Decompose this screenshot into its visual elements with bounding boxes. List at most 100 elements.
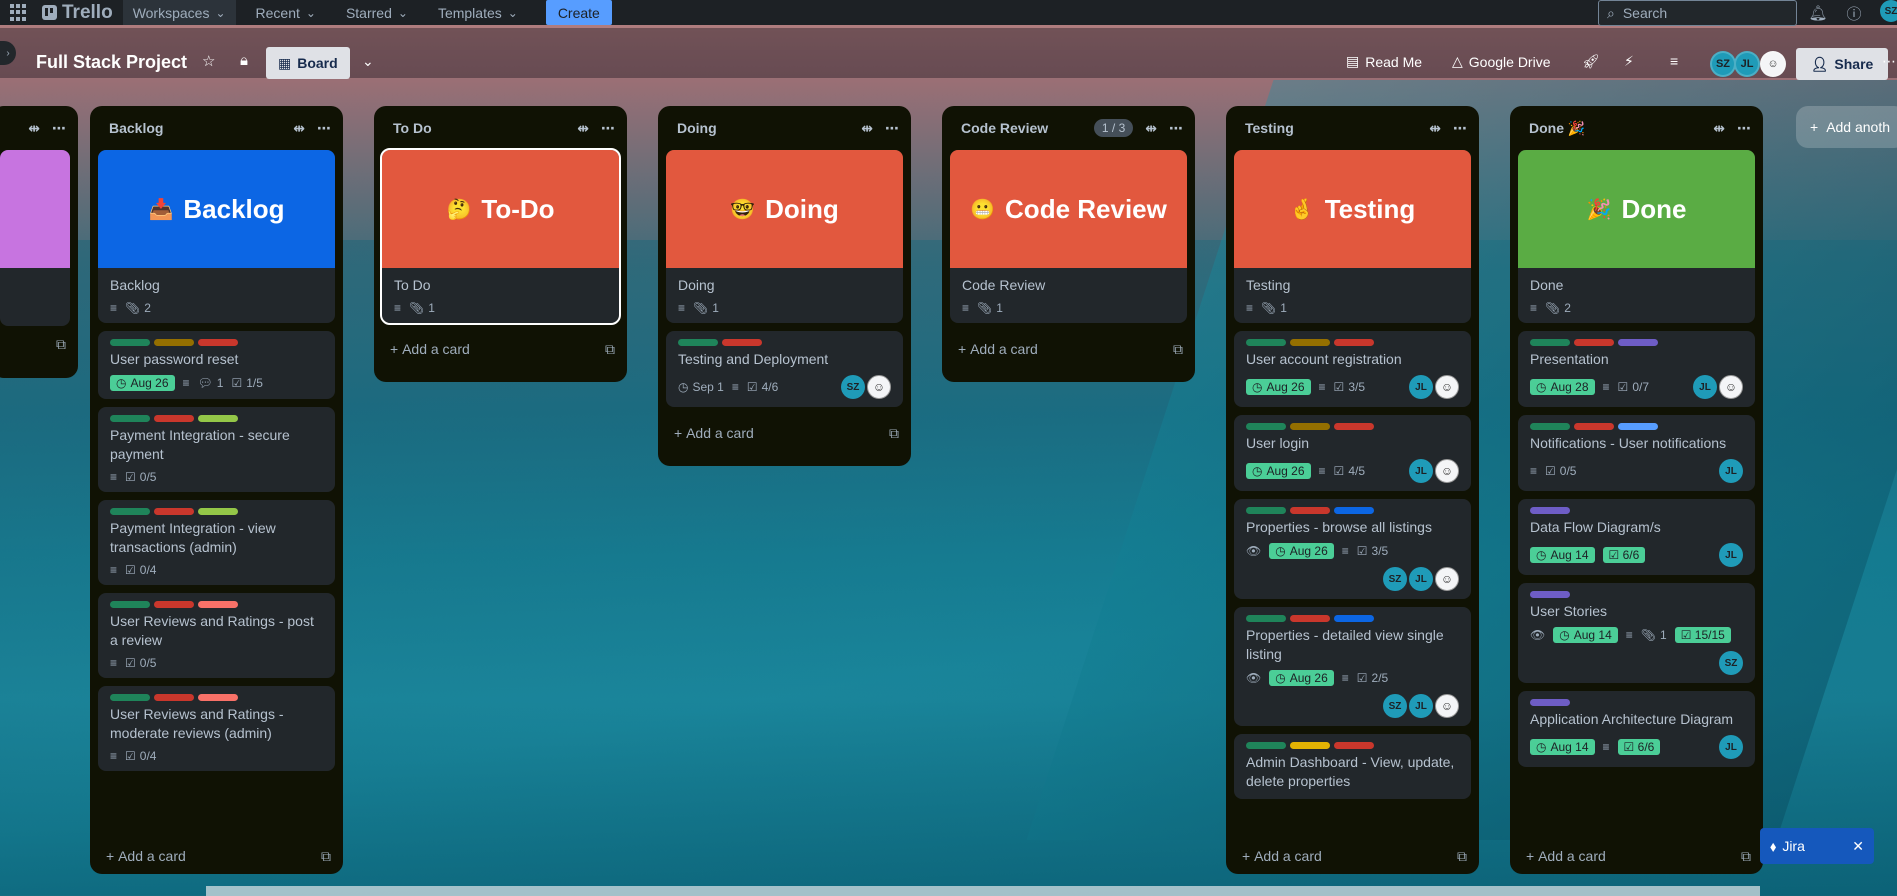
card[interactable]: Properties - detailed view single listin… <box>1234 607 1471 726</box>
collapse-icon[interactable]: ⇹ <box>861 120 873 137</box>
card[interactable]: Notifications - User notifications ≡ ☑ 0/… <box>1518 415 1755 491</box>
due-date-badge[interactable]: ◷ Aug 14 <box>1530 739 1595 755</box>
cover-card[interactable]: 🎉 Done Done ≡ 📎︎ 2 <box>1518 150 1755 323</box>
label[interactable] <box>1530 339 1570 346</box>
label[interactable] <box>1246 615 1286 622</box>
search-input[interactable]: ⌕ Search <box>1598 0 1797 26</box>
label[interactable] <box>1290 423 1330 430</box>
label[interactable] <box>1246 742 1286 749</box>
label[interactable] <box>110 415 150 422</box>
collapse-icon[interactable]: ⇹ <box>1713 120 1725 137</box>
powerups-icon[interactable]: 🚀︎ <box>1582 53 1600 70</box>
label[interactable] <box>1574 339 1614 346</box>
app-switcher-icon[interactable] <box>10 3 28 22</box>
card[interactable]: User Stories 👁︎ ◷ Aug 14 ≡ 📎︎ 1 ☑ 15/15 SZ <box>1518 583 1755 683</box>
view-switcher-chevron-icon[interactable]: ⌄ <box>362 53 374 70</box>
template-icon[interactable]: ⧉ <box>1457 848 1467 865</box>
close-icon[interactable]: ✕ <box>1852 838 1864 855</box>
due-date-badge[interactable]: ◷ Aug 26 <box>1269 670 1334 686</box>
notifications-icon[interactable]: 🔔︎ <box>1808 3 1828 23</box>
add-card-button[interactable]: + Add a card ⧉ <box>1226 838 1479 874</box>
cover-card[interactable]: 🤓 Doing Doing ≡ 📎︎ 1 <box>666 150 903 323</box>
label[interactable] <box>1574 423 1614 430</box>
member-avatar-face[interactable]: ☺ <box>1435 375 1459 399</box>
label[interactable] <box>722 339 762 346</box>
add-card-button[interactable]: + Add a card ⧉ <box>374 331 627 367</box>
label[interactable] <box>198 339 238 346</box>
automation-icon[interactable]: ⚡︎ <box>1624 53 1634 70</box>
label[interactable] <box>1334 507 1374 514</box>
card[interactable]: User Reviews and Ratings - post a review… <box>98 593 335 678</box>
list-title[interactable]: To Do <box>393 120 565 136</box>
label[interactable] <box>1334 339 1374 346</box>
nav-recent[interactable]: Recent ⌄ <box>246 0 326 25</box>
label[interactable] <box>154 339 194 346</box>
list-menu-icon[interactable]: ⋯ <box>1737 120 1751 137</box>
collapse-icon[interactable]: ⇹ <box>1429 120 1441 137</box>
label[interactable] <box>678 339 718 346</box>
member-avatar[interactable]: JL <box>1719 543 1743 567</box>
user-avatar[interactable]: SZ <box>1880 0 1897 22</box>
template-icon[interactable]: ⧉ <box>1173 341 1183 358</box>
due-date-badge[interactable]: ◷ Aug 26 <box>1246 379 1311 395</box>
label[interactable] <box>154 415 194 422</box>
member-avatar-face[interactable]: ☺ <box>1435 694 1459 718</box>
label[interactable] <box>1618 423 1658 430</box>
member-avatar-face[interactable]: ☺ <box>1435 567 1459 591</box>
list-title[interactable]: Testing <box>1245 120 1417 136</box>
due-date-badge[interactable]: ◷ Aug 14 <box>1530 547 1595 563</box>
add-card-button[interactable]: + Add a card ⧉ <box>90 838 343 874</box>
member-avatar[interactable]: SZ <box>1383 694 1407 718</box>
jira-widget[interactable]: ⬧ Jira ✕ <box>1760 828 1874 864</box>
nav-templates[interactable]: Templates ⌄ <box>428 0 528 25</box>
trello-logo[interactable]: Trello <box>42 2 113 24</box>
due-date-badge[interactable]: ◷ Aug 26 <box>1269 543 1334 559</box>
due-date-badge[interactable]: ◷ Aug 28 <box>1530 379 1595 395</box>
star-icon[interactable]: ☆ <box>202 52 215 70</box>
card[interactable]: Testing and Deployment ◷ Sep 1 ≡ ☑ 4/6 SZ … <box>666 331 903 407</box>
member-avatar[interactable]: JL <box>1719 735 1743 759</box>
due-date-badge[interactable]: ◷ Aug 26 <box>110 375 175 391</box>
card[interactable]: Presentation ◷ Aug 28 ≡ ☑ 0/7 JL ☺ <box>1518 331 1755 407</box>
due-date-badge[interactable]: ◷ Aug 14 <box>1553 627 1618 643</box>
member-avatar-face[interactable]: ☺ <box>867 375 891 399</box>
nav-workspaces[interactable]: Workspaces ⌄ <box>122 0 236 25</box>
card[interactable]: Data Flow Diagram/s ◷ Aug 14 ☑ 6/6 JL <box>1518 499 1755 575</box>
member-avatar-face[interactable]: ☺ <box>1435 459 1459 483</box>
readme-powerup[interactable]: ▤ Read Me <box>1346 53 1422 70</box>
member-avatar[interactable]: SZ <box>1719 651 1743 675</box>
label[interactable] <box>1246 507 1286 514</box>
nav-starred[interactable]: Starred ⌄ <box>336 0 418 25</box>
member-avatar[interactable]: SZ <box>1383 567 1407 591</box>
cover-card[interactable]: 🤞 Testing Testing ≡ 📎︎ 1 <box>1234 150 1471 323</box>
list-menu-icon[interactable]: ⋯ <box>885 120 899 137</box>
member-avatar[interactable]: JL <box>1734 51 1760 77</box>
member-avatar[interactable]: JL <box>1409 459 1433 483</box>
template-icon[interactable]: ⧉ <box>889 425 899 442</box>
label[interactable] <box>110 601 150 608</box>
label[interactable] <box>1530 591 1570 598</box>
member-avatar[interactable]: JL <box>1409 375 1433 399</box>
horizontal-scrollbar[interactable] <box>206 886 1760 896</box>
add-card-button[interactable]: + Add a card ⧉ <box>942 331 1195 367</box>
card[interactable]: User Reviews and Ratings - moderate revi… <box>98 686 335 771</box>
add-card-button[interactable]: + Add a card ⧉ <box>658 415 911 451</box>
label[interactable] <box>1290 742 1330 749</box>
collapse-icon[interactable]: ⇹ <box>293 120 305 137</box>
list-title[interactable]: Doing <box>677 120 849 136</box>
label[interactable] <box>1530 699 1570 706</box>
label[interactable] <box>1290 507 1330 514</box>
member-avatar[interactable]: JL <box>1409 694 1433 718</box>
label[interactable] <box>1334 742 1374 749</box>
label[interactable] <box>154 601 194 608</box>
label[interactable] <box>1246 423 1286 430</box>
due-date-badge[interactable]: ◷ Sep 1 <box>678 380 724 394</box>
collapse-icon[interactable]: ⇹ <box>28 120 40 137</box>
list-menu-icon[interactable]: ⋯ <box>52 120 66 137</box>
label[interactable] <box>1618 339 1658 346</box>
label[interactable] <box>154 694 194 701</box>
add-list-button[interactable]: + Add anoth <box>1796 106 1897 148</box>
card[interactable] <box>0 268 70 326</box>
label[interactable] <box>1530 423 1570 430</box>
list-menu-icon[interactable]: ⋯ <box>317 120 331 137</box>
